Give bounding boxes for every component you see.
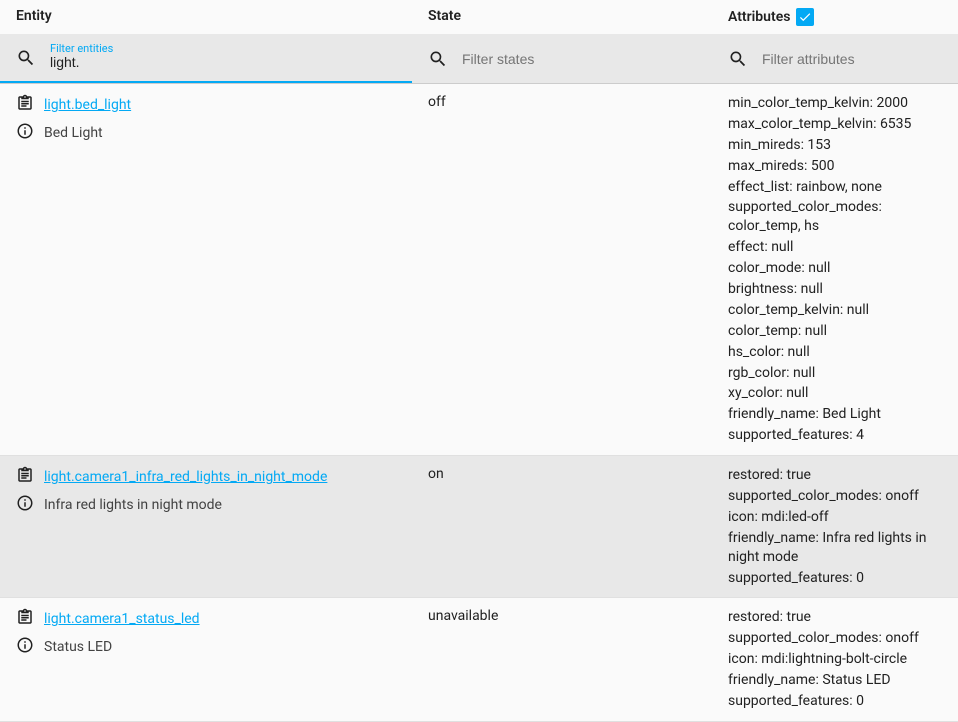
attributes-cell: restored: true supported_color_modes: ono… (712, 462, 958, 591)
attribute-line: friendly_name: Infra red lights in night… (728, 529, 942, 567)
check-icon (798, 10, 812, 24)
attribute-line: supported_color_modes: color_temp, hs (728, 198, 942, 236)
search-icon (728, 49, 748, 69)
clipboard-icon (16, 466, 34, 484)
entity-cell: light.bed_light Bed Light (0, 90, 412, 449)
filter-state-cell (412, 34, 712, 83)
table-row: light.camera1_status_led Status LED unavai… (0, 598, 958, 721)
entity-cell: light.camera1_status_led Status LED (0, 604, 412, 714)
attribute-line: friendly_name: Status LED (728, 671, 942, 690)
table-header-row: Entity State Attributes (0, 0, 958, 34)
clipboard-icon (16, 94, 34, 112)
header-entity: Entity (0, 4, 412, 30)
info-icon (16, 122, 34, 140)
attribute-line: icon: mdi:led-off (728, 508, 942, 527)
state-cell: off (412, 90, 712, 449)
attribute-line: color_mode: null (728, 259, 942, 278)
attribute-line: supported_color_modes: onoff (728, 487, 942, 506)
copy-entity-button[interactable] (16, 608, 34, 630)
attribute-line: supported_color_modes: onoff (728, 629, 942, 648)
entity-cell: light.camera1_infra_red_lights_in_night_… (0, 462, 412, 591)
search-icon (16, 48, 36, 68)
info-icon (16, 636, 34, 654)
header-state: State (412, 4, 712, 30)
entity-id-link[interactable]: light.camera1_infra_red_lights_in_night_… (44, 469, 327, 485)
more-info-button[interactable] (16, 636, 34, 658)
attribute-line: supported_features: 4 (728, 426, 942, 445)
filter-attributes-cell (712, 34, 958, 83)
clipboard-icon (16, 608, 34, 626)
attribute-line: min_color_temp_kelvin: 2000 (728, 94, 942, 113)
attribute-line: hs_color: null (728, 343, 942, 362)
attribute-line: color_temp: null (728, 322, 942, 341)
attribute-line: effect_list: rainbow, none (728, 178, 942, 197)
copy-entity-button[interactable] (16, 466, 34, 488)
state-cell: on (412, 462, 712, 591)
attribute-line: max_mireds: 500 (728, 157, 942, 176)
attribute-line: max_color_temp_kelvin: 6535 (728, 115, 942, 134)
filter-entity-label: Filter entities (50, 42, 113, 55)
attributes-cell: min_color_temp_kelvin: 2000 max_color_tem… (712, 90, 958, 449)
more-info-button[interactable] (16, 122, 34, 144)
attribute-line: color_temp_kelvin: null (728, 301, 942, 320)
attribute-line: restored: true (728, 466, 942, 485)
search-icon (428, 49, 448, 69)
attribute-line: xy_color: null (728, 384, 942, 403)
entity-id-link[interactable]: light.camera1_status_led (44, 611, 200, 627)
attributes-toggle-checkbox[interactable] (796, 8, 814, 26)
attributes-cell: restored: true supported_color_modes: ono… (712, 604, 958, 714)
attribute-line: brightness: null (728, 280, 942, 299)
attribute-line: supported_features: 0 (728, 692, 942, 711)
attribute-line: min_mireds: 153 (728, 136, 942, 155)
filter-state-input[interactable] (462, 51, 696, 67)
filter-entity-cell: Filter entities (0, 34, 412, 83)
entity-friendly-name: Bed Light (44, 125, 103, 141)
attribute-line: effect: null (728, 238, 942, 257)
attribute-line: friendly_name: Bed Light (728, 405, 942, 424)
attribute-line: restored: true (728, 608, 942, 627)
entity-id-link[interactable]: light.bed_light (44, 97, 131, 113)
entity-friendly-name: Status LED (44, 639, 112, 655)
attribute-line: supported_features: 0 (728, 569, 942, 588)
attribute-line: rgb_color: null (728, 364, 942, 383)
header-attributes: Attributes (712, 4, 958, 30)
info-icon (16, 494, 34, 512)
filter-row: Filter entities (0, 34, 958, 84)
filter-attributes-input[interactable] (762, 51, 942, 67)
header-attributes-label: Attributes (728, 9, 790, 25)
entity-friendly-name: Infra red lights in night mode (44, 497, 222, 513)
table-row: light.bed_lightBed Lightoffmin_color_tem… (0, 84, 958, 456)
attribute-line: icon: mdi:lightning-bolt-circle (728, 650, 942, 669)
table-row: light.camera1_infra_red_lights_in_night_… (0, 456, 958, 598)
state-cell: unavailable (412, 604, 712, 714)
developer-tools-states-table: Entity State Attributes Filter entities (0, 0, 958, 722)
more-info-button[interactable] (16, 494, 34, 516)
copy-entity-button[interactable] (16, 94, 34, 116)
